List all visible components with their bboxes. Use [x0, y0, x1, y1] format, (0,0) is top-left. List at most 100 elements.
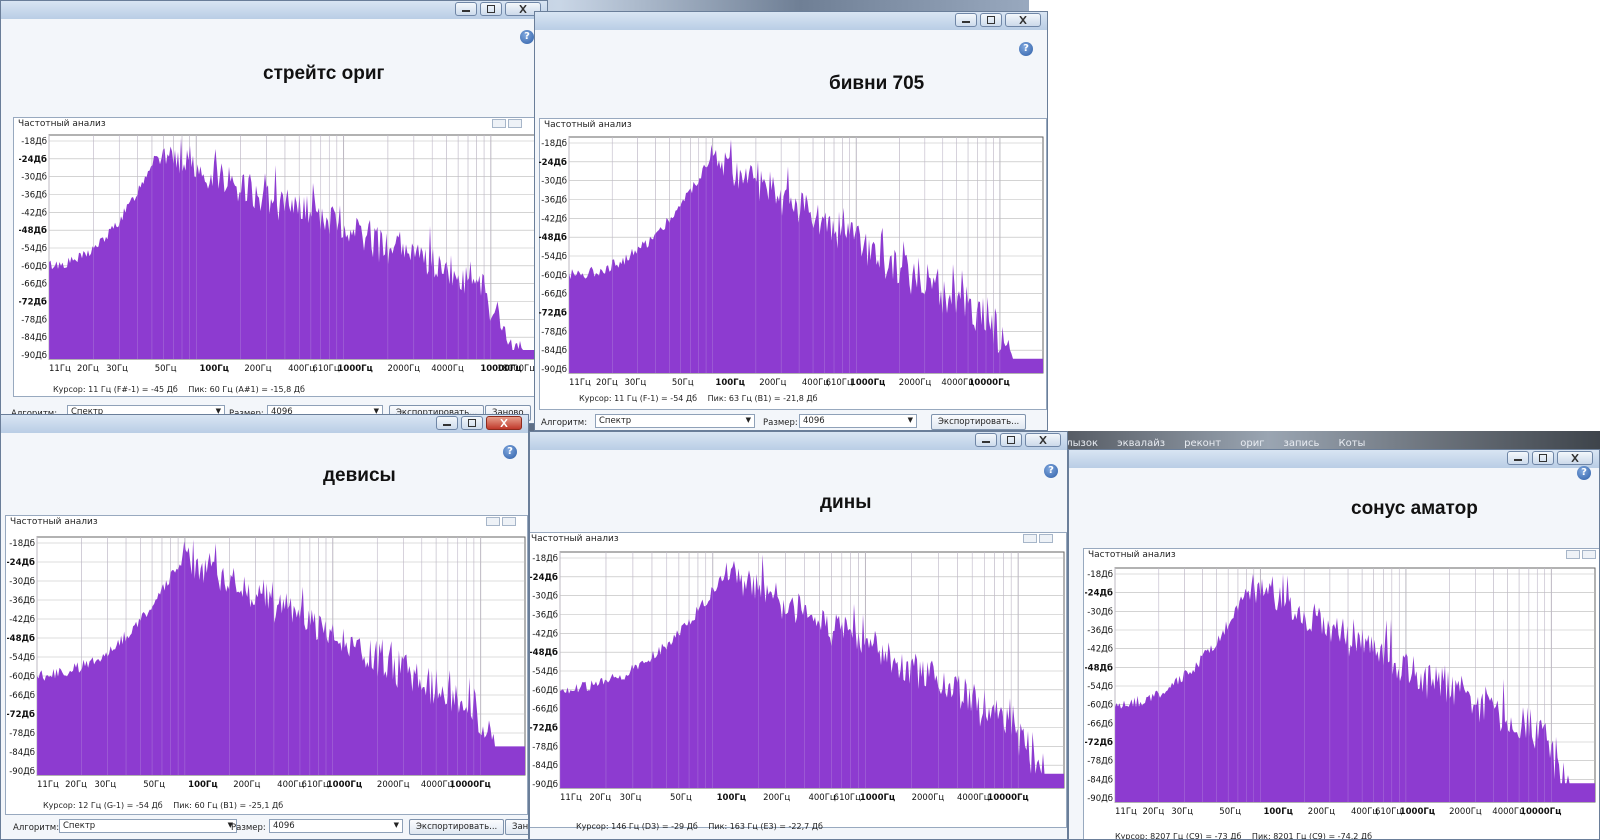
export-button[interactable]: Экспортировать... [409, 819, 505, 835]
window-caption: бивни 705 [829, 73, 925, 94]
db-tick-label: -18Дб [532, 554, 558, 564]
taskbar-item[interactable]: запись [1284, 438, 1320, 449]
panel-title: Частотный анализ [544, 120, 632, 130]
maximize-button[interactable] [1000, 433, 1022, 447]
taskbar-item[interactable]: эквалайз [1117, 438, 1165, 449]
freq-tick-label: 200Гц [759, 378, 786, 388]
panel-close-button[interactable] [502, 517, 516, 526]
freq-tick-label: 50Гц [670, 793, 692, 803]
algorithm-select[interactable]: Спектр ▼ [59, 819, 237, 833]
freq-tick-label: 30Гц [624, 378, 646, 388]
db-tick-label: -30Дб [21, 173, 47, 183]
freq-tick-label: 10000Гц [1520, 807, 1561, 817]
freq-tick-label: 2000Гц [899, 378, 932, 388]
title-bar[interactable] [530, 432, 1067, 450]
window-caption: сонус аматор [1351, 498, 1478, 519]
db-tick-label: -18Дб [9, 539, 35, 549]
close-button[interactable] [1025, 433, 1061, 447]
db-tick-label: -54Дб [532, 667, 558, 677]
cursor-value: Курсор: 12 Гц (G-1) = -54 Дб [43, 801, 163, 810]
panel-restore-button[interactable] [486, 517, 500, 526]
maximize-button[interactable] [480, 2, 502, 16]
cursor-readout: Курсор: 8207 Гц (C9) = -73 Дб Пик: 8201 … [1115, 832, 1380, 840]
freq-tick-label: 1000Гц [337, 364, 372, 374]
freq-tick-label: 2000Гц [1449, 807, 1482, 817]
close-button[interactable] [486, 416, 522, 430]
cursor-value: Курсор: 8207 Гц (C9) = -73 Дб [1115, 832, 1242, 840]
db-tick-label: -78Дб [9, 729, 35, 739]
db-tick-label: -36Дб [9, 596, 35, 606]
help-icon[interactable]: ? [520, 30, 534, 44]
export-button[interactable]: Экспортировать... [931, 414, 1027, 430]
size-value: 4096 [273, 821, 295, 831]
size-select[interactable]: 4096 ▼ [799, 414, 917, 428]
algorithm-select[interactable]: Спектр ▼ [595, 414, 755, 428]
db-tick-label: -54Дб [541, 252, 567, 262]
freq-tick-label: 30Гц [94, 780, 116, 790]
help-icon[interactable]: ? [1044, 464, 1058, 478]
close-button[interactable] [1557, 451, 1593, 465]
freq-tick-label: 30Гц [106, 364, 128, 374]
size-label: Размер: [763, 418, 798, 428]
db-tick-label: -84Дб [1087, 775, 1113, 785]
title-bar[interactable] [1, 1, 547, 19]
help-icon[interactable]: ? [1577, 466, 1591, 480]
db-tick-label: -42Дб [9, 615, 35, 625]
db-tick-label: -72Дб [19, 297, 47, 308]
close-button[interactable] [1005, 13, 1041, 27]
taskbar-item[interactable]: Коты [1339, 438, 1366, 449]
panel-close-button[interactable] [508, 119, 522, 128]
title-bar[interactable] [535, 12, 1047, 30]
db-tick-label: -90Дб [541, 365, 567, 375]
maximize-button[interactable] [1532, 451, 1554, 465]
window-streits-orig: ? стрейтс ориг Частотный анализ -18Дб -24… [0, 0, 548, 424]
freq-tick-label: 4000Гц [957, 793, 990, 803]
freq-tick-label: 50Гц [155, 364, 177, 374]
help-icon[interactable]: ? [503, 445, 517, 459]
db-tick-label: -36Дб [532, 611, 558, 621]
panel-restore-button[interactable] [492, 119, 506, 128]
taskbar-item[interactable]: реконт [1184, 438, 1221, 449]
minimize-button[interactable] [1507, 451, 1529, 465]
db-tick-label: -60Дб [9, 672, 35, 682]
algorithm-value: Спектр [599, 416, 632, 426]
panel-close-button[interactable] [1582, 550, 1596, 559]
freq-tick-label: 20Гц [77, 364, 99, 374]
taskbar-item[interactable]: ориг [1240, 438, 1264, 449]
db-tick-label: -18Дб [21, 137, 47, 147]
db-tick-label: -78Дб [21, 315, 47, 325]
minimize-button[interactable] [436, 416, 458, 430]
db-tick-label: -36Дб [1087, 626, 1113, 636]
minimize-button[interactable] [955, 13, 977, 27]
panel-restore-button[interactable] [1566, 550, 1580, 559]
db-tick-label: -36Дб [21, 191, 47, 201]
db-tick-label: -72Дб [530, 723, 558, 734]
db-tick-label: -60Дб [532, 686, 558, 696]
minimize-button[interactable] [975, 433, 997, 447]
db-tick-label: -18Дб [1087, 570, 1113, 580]
maximize-button[interactable] [980, 13, 1002, 27]
freq-tick-label: 1000Гц [327, 780, 362, 790]
minimize-button[interactable] [455, 2, 477, 16]
db-tick-label: -84Дб [21, 333, 47, 343]
freq-tick-label: 100Гц [717, 793, 746, 803]
maximize-button[interactable] [461, 416, 483, 430]
freq-tick-label: 4000Гц [431, 364, 464, 374]
freq-tick-label: 200Гц [244, 364, 271, 374]
db-tick-label: -48Дб [539, 232, 567, 243]
size-select[interactable]: 4096 ▼ [269, 819, 403, 833]
blank-area [1029, 0, 1600, 431]
title-bar[interactable] [1069, 450, 1599, 468]
db-tick-label: -84Дб [9, 748, 35, 758]
freq-tick-label: 20Гц [596, 378, 618, 388]
freq-tick-label: 2000Гц [377, 780, 410, 790]
panel-restore-button[interactable] [1023, 534, 1037, 543]
peak-value: Пик: 8201 Гц (C9) = -74,2 Дб [1251, 832, 1373, 840]
freq-tick-label: 100Гц [188, 780, 217, 790]
title-bar[interactable] [1, 415, 528, 433]
db-tick-label: -54Дб [1087, 682, 1113, 692]
replay-button[interactable]: Заново [505, 819, 528, 835]
panel-close-button[interactable] [1039, 534, 1053, 543]
db-tick-label: -84Дб [532, 761, 558, 771]
help-icon[interactable]: ? [1019, 42, 1033, 56]
